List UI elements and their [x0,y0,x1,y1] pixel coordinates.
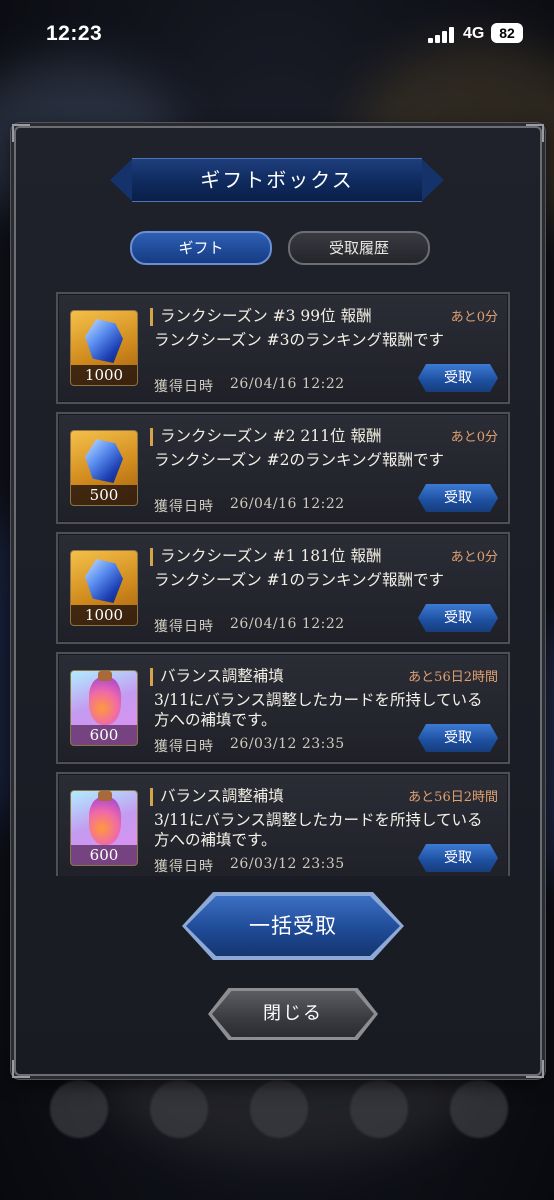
potion-icon [89,671,121,725]
gift-box-modal: ギフトボックス ギフト 受取履歴 1000 ランクシーズン #3 99位 報酬 … [12,124,544,1078]
gift-item-thumbnail: 500 [70,430,138,506]
gift-date-label: 獲得日時 [154,379,214,395]
background-nav-bar [50,1080,510,1150]
battery-icon: 82 [491,23,523,43]
crystal-icon [85,439,123,483]
gift-card: 600 バランス調整補填 あと56日2時間 3/11にバランス調整したカードを所… [56,652,510,764]
gift-quantity: 1000 [71,365,137,385]
gift-list[interactable]: 1000 ランクシーズン #3 99位 報酬 あと0分 ランクシーズン #3のラ… [56,292,510,876]
gift-quantity: 600 [71,845,137,865]
gift-item-thumbnail: 600 [70,670,138,746]
gift-date: 26/04/16 12:22 [230,616,345,632]
gift-date-label: 獲得日時 [154,499,214,515]
gift-date-label: 獲得日時 [154,859,214,875]
close-button[interactable]: 閉じる [212,991,374,1037]
gift-card: 1000 ランクシーズン #1 181位 報酬 あと0分 ランクシーズン #1の… [56,532,510,644]
gift-description: ランクシーズン #1のランキング報酬です [154,571,445,589]
gift-date: 26/03/12 23:35 [230,856,345,872]
network-label: 4G [463,25,485,42]
receive-all-button[interactable]: 一括受取 [186,896,400,956]
gift-date: 26/04/16 12:22 [230,376,345,392]
gift-item-thumbnail: 1000 [70,550,138,626]
gift-description: ランクシーズン #2のランキング報酬です [154,451,445,469]
crystal-icon [85,319,123,363]
signal-icon [428,27,456,43]
gift-card: 500 ランクシーズン #2 211位 報酬 あと0分 ランクシーズン #2のラ… [56,412,510,524]
title-accent-bar [150,548,153,566]
title-accent-bar [150,308,153,326]
tab-bar: ギフト 受取履歴 [130,231,430,265]
gift-date: 26/03/12 23:35 [230,736,345,752]
gift-remaining-time: あと56日2時間 [408,670,498,685]
gift-title: ランクシーズン #1 181位 報酬 [160,547,382,565]
gift-remaining-time: あと0分 [450,310,498,325]
tab-receive-history[interactable]: 受取履歴 [288,231,430,265]
receive-button[interactable]: 受取 [418,724,498,752]
gift-remaining-time: あと0分 [450,550,498,565]
gift-title: ランクシーズン #2 211位 報酬 [160,427,382,445]
title-accent-bar [150,668,153,686]
gift-date-label: 獲得日時 [154,739,214,755]
status-time: 12:23 [46,22,103,45]
gift-remaining-time: あと56日2時間 [408,790,498,805]
gift-quantity: 600 [71,725,137,745]
receive-button[interactable]: 受取 [418,364,498,392]
gift-card: 1000 ランクシーズン #3 99位 報酬 あと0分 ランクシーズン #3のラ… [56,292,510,404]
gift-date: 26/04/16 12:22 [230,496,345,512]
gift-item-thumbnail: 600 [70,790,138,866]
gift-item-thumbnail: 1000 [70,310,138,386]
tab-gift[interactable]: ギフト [130,231,272,265]
gift-quantity: 1000 [71,605,137,625]
receive-button[interactable]: 受取 [418,484,498,512]
gift-card: 600 バランス調整補填 あと56日2時間 3/11にバランス調整したカードを所… [56,772,510,876]
potion-icon [89,791,121,845]
title-accent-bar [150,428,153,446]
receive-button[interactable]: 受取 [418,844,498,872]
receive-button[interactable]: 受取 [418,604,498,632]
crystal-icon [85,559,123,603]
gift-title: バランス調整補填 [160,787,284,805]
gift-description: ランクシーズン #3のランキング報酬です [154,331,445,349]
modal-title: ギフトボックス [110,158,444,202]
gift-remaining-time: あと0分 [450,430,498,445]
status-bar: 12:23 4G 82 [0,0,554,70]
gift-date-label: 獲得日時 [154,619,214,635]
gift-quantity: 500 [71,485,137,505]
gift-title: ランクシーズン #3 99位 報酬 [160,307,372,325]
title-accent-bar [150,788,153,806]
gift-title: バランス調整補填 [160,667,284,685]
